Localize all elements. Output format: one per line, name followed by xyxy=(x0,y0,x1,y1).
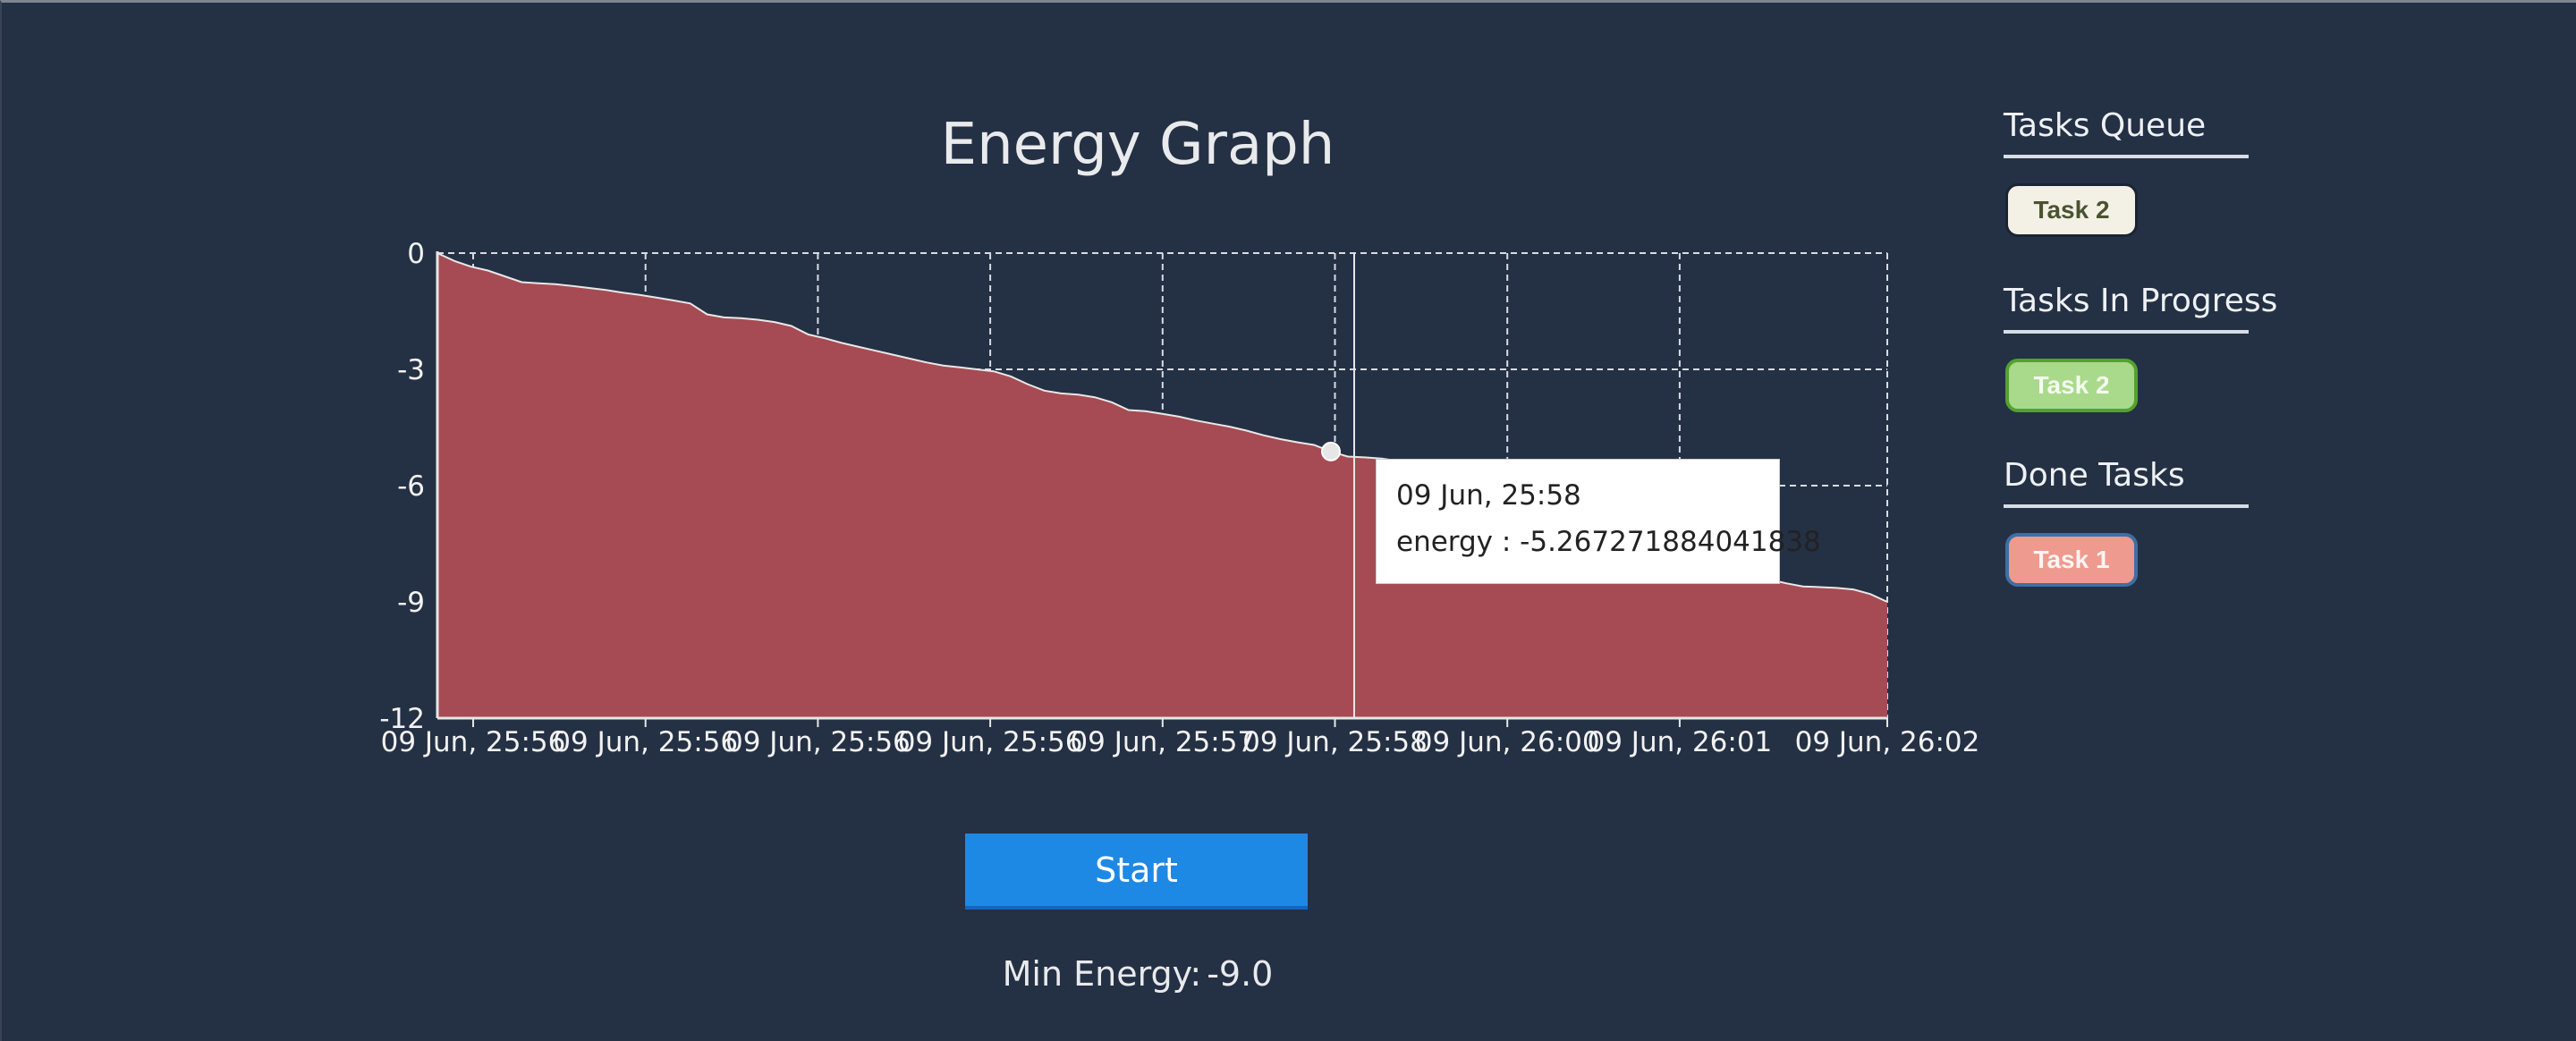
tooltip-date: 09 Jun, 25:58 xyxy=(1396,479,1581,512)
y-tick-label: -3 xyxy=(397,354,425,386)
min-energy-value: -9.0 xyxy=(1207,954,1274,994)
min-energy-label: Min Energy: xyxy=(1002,954,1202,994)
x-tick-label: 09 Jun, 25:57 xyxy=(1070,726,1255,758)
done-task-chip[interactable]: Task 1 xyxy=(2005,533,2138,587)
y-tick-label: 0 xyxy=(407,238,425,270)
x-tick-label: 09 Jun, 25:56 xyxy=(725,726,911,758)
y-tick-label: -9 xyxy=(397,587,425,619)
hover-point[interactable] xyxy=(1320,441,1341,461)
x-tick-label: 09 Jun, 25:56 xyxy=(898,726,1083,758)
in-progress-task-chip[interactable]: Task 2 xyxy=(2005,359,2138,412)
x-tick-label: 09 Jun, 25:58 xyxy=(1242,726,1428,758)
done-tasks-heading: Done Tasks xyxy=(2004,457,2249,508)
x-tick-label: 09 Jun, 26:01 xyxy=(1588,726,1773,758)
x-tick-label: 09 Jun, 26:00 xyxy=(1415,726,1600,758)
tooltip-value: energy : -5.267271884041838 xyxy=(1396,526,1821,558)
min-energy-readout: Min Energy: -9.0 xyxy=(896,954,1379,994)
queue-task-chip[interactable]: Task 2 xyxy=(2005,183,2138,237)
chart-tooltip: 09 Jun, 25:58 energy : -5.26727188404183… xyxy=(1376,459,1821,584)
start-button[interactable]: Start xyxy=(965,834,1308,910)
x-tick-label: 09 Jun, 25:56 xyxy=(381,726,566,758)
tasks-queue-heading: Tasks Queue xyxy=(2004,107,2249,158)
x-tick-label: 09 Jun, 26:02 xyxy=(1795,726,1980,758)
tasks-in-progress-heading: Tasks In Progress xyxy=(2004,283,2277,334)
y-tick-label: -6 xyxy=(397,470,425,503)
x-tick-label: 09 Jun, 25:56 xyxy=(553,726,738,758)
